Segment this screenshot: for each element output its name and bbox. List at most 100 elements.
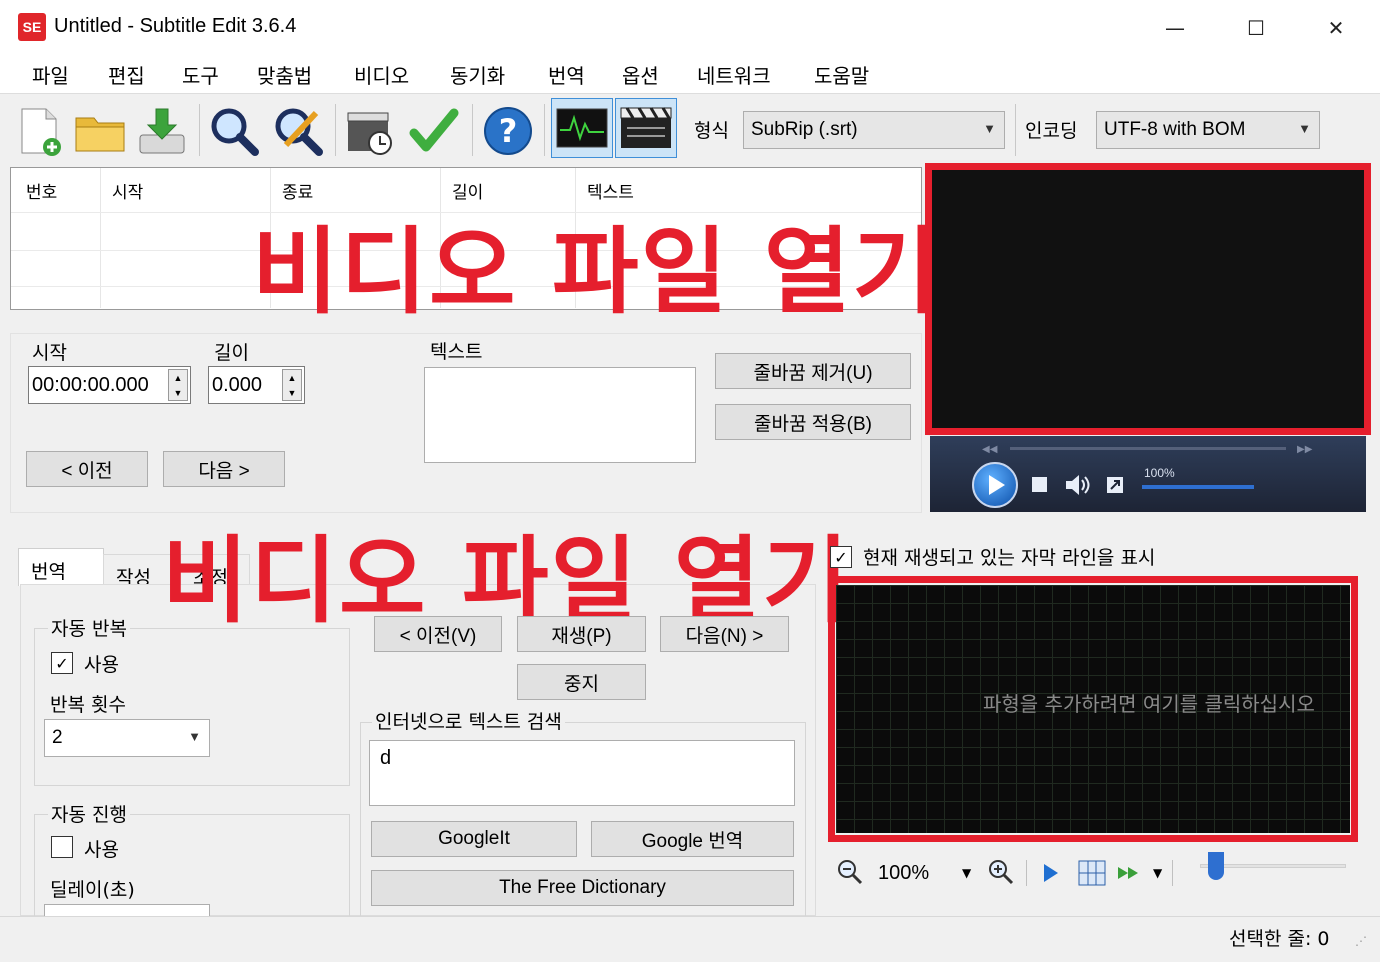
help-icon[interactable]: ? (480, 103, 536, 159)
stop-icon[interactable] (1032, 477, 1047, 492)
duration-value: 0.000 (212, 373, 263, 396)
duration-label: 길이 (214, 342, 249, 364)
volume-percent: 100% (1144, 466, 1175, 480)
next-n-button[interactable]: 다음(N) > (660, 616, 789, 652)
waveform-highlight-box (828, 576, 1358, 842)
googleit-button[interactable]: GoogleIt (371, 821, 577, 857)
column-header-start[interactable]: 시작 (112, 178, 143, 203)
zoom-value[interactable]: 100% (878, 862, 929, 885)
menu-sync[interactable]: 동기화 (450, 60, 505, 89)
start-label: 시작 (32, 342, 67, 364)
zoom-in-icon[interactable] (987, 858, 1015, 891)
fullscreen-icon[interactable] (1106, 476, 1124, 499)
delay-select[interactable] (44, 904, 210, 916)
delay-label: 딜레이(초) (50, 879, 135, 901)
repeat-count-select[interactable]: 2 ▼ (44, 719, 210, 757)
format-value: SubRip (.srt) (751, 119, 858, 140)
auto-continue-title: 자동 진행 (48, 800, 130, 827)
spin-arrows-icon[interactable]: ▲ ▼ (168, 369, 188, 401)
menu-video[interactable]: 비디오 (354, 60, 409, 89)
fast-forward-icon[interactable]: ▶▶ (1297, 444, 1312, 455)
save-icon[interactable] (134, 103, 190, 159)
visual-sync-icon[interactable] (342, 103, 398, 159)
chevron-down-icon: ▼ (188, 729, 201, 744)
menu-edit[interactable]: 편집 (108, 60, 145, 89)
column-header-number[interactable]: 번호 (26, 178, 57, 203)
remove-linebreak-button[interactable]: 줄바꿈 제거(U) (715, 353, 911, 389)
auto-continue-use-label: 사용 (84, 839, 119, 861)
subtitle-text-input[interactable] (424, 367, 696, 463)
zoom-out-icon[interactable] (836, 858, 864, 891)
text-label: 텍스트 (430, 341, 483, 363)
auto-repeat-checkbox[interactable]: ✓ (51, 652, 73, 674)
free-dictionary-button[interactable]: The Free Dictionary (371, 870, 794, 906)
resize-grip-icon[interactable]: ⋰ (1355, 934, 1367, 948)
minimize-button[interactable]: — (1145, 8, 1205, 48)
menu-networking[interactable]: 네트워크 (697, 60, 771, 89)
volume-icon[interactable] (1064, 472, 1092, 503)
selected-lines-status: 선택한 줄: 0 (1229, 928, 1330, 950)
spin-arrows-icon[interactable]: ▲ ▼ (282, 369, 302, 401)
next-button[interactable]: 다음 > (163, 451, 285, 487)
next-icon[interactable] (1116, 863, 1146, 888)
repeat-count-label: 반복 횟수 (50, 694, 126, 716)
split-icon[interactable] (1078, 860, 1106, 891)
search-text-input[interactable]: d (369, 740, 795, 806)
auto-continue-checkbox[interactable] (51, 836, 73, 858)
apply-linebreak-button[interactable]: 줄바꿈 적용(B) (715, 404, 911, 440)
find-icon[interactable] (206, 103, 262, 159)
status-bar (0, 916, 1380, 962)
toolbar-separator (1015, 104, 1016, 156)
replace-icon[interactable] (270, 103, 326, 159)
menu-spelling[interactable]: 맞춤법 (257, 60, 312, 89)
toolbar-separator (472, 104, 473, 156)
tab-translate[interactable]: 번역 (18, 548, 104, 586)
auto-repeat-use-label: 사용 (84, 654, 119, 676)
prev-v-button[interactable]: < 이전(V) (374, 616, 502, 652)
app-logo-icon: SE (18, 13, 46, 41)
waveform-toggle-icon[interactable] (551, 98, 613, 158)
svg-text:?: ? (499, 112, 518, 150)
play-button[interactable] (972, 462, 1018, 508)
show-current-line-checkbox[interactable]: ✓ (830, 546, 852, 568)
menu-translate[interactable]: 번역 (548, 60, 585, 89)
search-title: 인터넷으로 텍스트 검색 (372, 707, 565, 734)
volume-slider[interactable] (1142, 485, 1254, 489)
open-folder-icon[interactable] (72, 103, 128, 159)
google-translate-button[interactable]: Google 번역 (591, 821, 794, 857)
format-select[interactable]: SubRip (.srt) ▼ (743, 111, 1005, 149)
more-dropdown-icon[interactable]: ▼ (1153, 866, 1162, 880)
toolbar-separator (335, 104, 336, 156)
prev-button[interactable]: < 이전 (26, 451, 148, 487)
toolbar-separator (1172, 860, 1173, 886)
menu-tools[interactable]: 도구 (182, 60, 219, 89)
seek-bar[interactable] (1010, 447, 1286, 450)
chevron-down-icon: ▼ (983, 121, 996, 136)
zoom-dropdown-icon[interactable]: ▼ (962, 866, 971, 880)
maximize-button[interactable]: ☐ (1226, 8, 1286, 48)
start-time-input[interactable]: 00:00:00.000 ▲ ▼ (28, 366, 191, 404)
open-video-overlay-top: 비디오 파일 열기 (252, 218, 941, 327)
toolbar-separator (544, 104, 545, 156)
stop-button[interactable]: 중지 (517, 664, 646, 700)
menu-file[interactable]: 파일 (32, 60, 69, 89)
toolbar-separator (1026, 860, 1027, 886)
waveform-position-slider[interactable] (1208, 852, 1224, 880)
menu-options[interactable]: 옵션 (622, 60, 659, 89)
repeat-count-value: 2 (52, 727, 63, 748)
play-p-button[interactable]: 재생(P) (517, 616, 646, 652)
encoding-select[interactable]: UTF-8 with BOM ▼ (1096, 111, 1320, 149)
auto-repeat-title: 자동 반복 (48, 614, 130, 641)
close-button[interactable]: ✕ (1306, 8, 1366, 48)
chevron-down-icon: ▼ (1298, 121, 1311, 136)
new-file-icon[interactable] (12, 103, 68, 159)
encoding-label: 인코딩 (1025, 120, 1078, 142)
show-current-line-label: 현재 재생되고 있는 자막 라인을 표시 (863, 547, 1156, 569)
video-highlight-box (925, 163, 1371, 435)
spell-check-icon[interactable] (406, 103, 462, 159)
play-selection-icon[interactable] (1042, 862, 1060, 889)
video-toggle-icon[interactable] (615, 98, 677, 158)
menu-help[interactable]: 도움말 (814, 60, 869, 89)
rewind-icon[interactable]: ◀◀ (982, 444, 997, 455)
duration-input[interactable]: 0.000 ▲ ▼ (208, 366, 305, 404)
